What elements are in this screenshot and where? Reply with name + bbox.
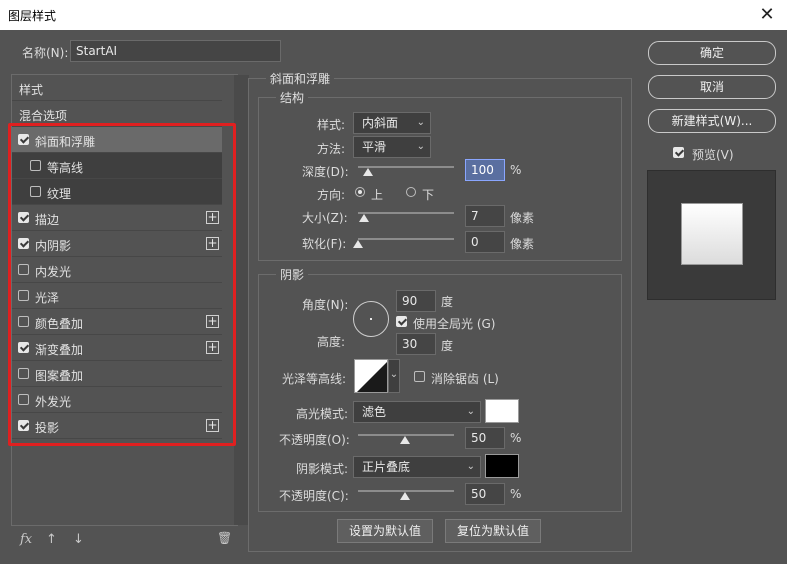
direction-down-radio[interactable] [406, 187, 416, 197]
fx-icon[interactable]: fx [20, 532, 32, 547]
size-unit: 像素 [510, 211, 535, 225]
new-style-button[interactable]: 新建样式(W)... [648, 109, 776, 133]
technique-label: 方法: [317, 142, 346, 156]
depth-unit: % [510, 163, 522, 177]
window-title: 图层样式 [8, 9, 57, 23]
angle-unit: 度 [441, 295, 454, 309]
move-down-icon[interactable]: ↓ [73, 532, 84, 547]
highlight-opacity-unit: % [510, 431, 522, 445]
name-label: 名称(N): [22, 46, 69, 60]
highlight-annotation-box [8, 123, 236, 446]
soften-label: 软化(F): [302, 237, 347, 251]
shadow-opacity-label: 不透明度(C): [279, 489, 349, 503]
bevel-emboss-title: 斜面和浮雕 [266, 70, 335, 87]
global-light-checkbox[interactable] [396, 316, 407, 327]
structure-title: 结构 [276, 89, 309, 106]
soften-slider-track[interactable] [358, 238, 454, 240]
shadow-mode-dropdown[interactable]: 正片叠底 ⌄ [353, 456, 481, 478]
chevron-down-icon[interactable]: ⌄ [388, 359, 400, 393]
depth-label: 深度(D): [302, 165, 349, 179]
preview-checkbox[interactable] [673, 147, 684, 158]
direction-up-radio[interactable] [355, 187, 365, 197]
altitude-input[interactable]: 30 [396, 333, 436, 355]
angle-input[interactable]: 90 [396, 290, 436, 312]
styles-header[interactable]: 样式 [12, 75, 222, 101]
preview-label: 预览(V) [692, 148, 734, 162]
reset-default-button[interactable]: 复位为默认值 [445, 519, 541, 543]
set-default-button[interactable]: 设置为默认值 [337, 519, 433, 543]
shadow-opacity-thumb[interactable] [400, 492, 410, 500]
technique-dropdown[interactable]: 平滑 ⌄ [353, 136, 431, 158]
highlight-opacity-thumb[interactable] [400, 436, 410, 444]
close-icon[interactable]: ✕ [755, 3, 779, 27]
style-preview [647, 170, 776, 300]
depth-input[interactable]: 100 [465, 159, 505, 181]
move-up-icon[interactable]: ↑ [46, 532, 57, 547]
shadow-opacity-unit: % [510, 487, 522, 501]
bevel-style-dropdown[interactable]: 内斜面 ⌄ [353, 112, 431, 134]
shadow-color-swatch[interactable] [485, 454, 519, 478]
altitude-unit: 度 [441, 339, 454, 353]
shading-title: 阴影 [276, 266, 309, 283]
angle-dial[interactable] [353, 301, 389, 337]
soften-slider-thumb[interactable] [353, 240, 363, 248]
highlight-color-swatch[interactable] [485, 399, 519, 423]
altitude-label: 高度: [317, 335, 346, 349]
name-input[interactable]: StartAI [70, 40, 281, 62]
angle-label: 角度(N): [302, 298, 349, 312]
shadow-opacity-input[interactable]: 50 [465, 483, 505, 505]
direction-down-label: 下 [422, 188, 435, 202]
trash-icon[interactable]: 🗑 [217, 531, 232, 545]
size-slider-track[interactable] [358, 212, 454, 214]
soften-unit: 像素 [510, 237, 535, 251]
title-bar: 图层样式 ✕ [0, 0, 787, 30]
direction-label: 方向: [317, 188, 346, 202]
highlight-opacity-label: 不透明度(O): [279, 433, 350, 447]
depth-slider-thumb[interactable] [363, 168, 373, 176]
chevron-down-icon: ⌄ [466, 461, 475, 472]
style-label: 样式: [317, 118, 346, 132]
ok-button[interactable]: 确定 [648, 41, 776, 65]
highlight-opacity-input[interactable]: 50 [465, 427, 505, 449]
scrollbar[interactable] [234, 75, 249, 525]
gloss-contour-picker[interactable] [354, 359, 388, 393]
highlight-mode-label: 高光模式: [296, 407, 349, 421]
chevron-down-icon: ⌄ [466, 406, 475, 417]
size-input[interactable]: 7 [465, 205, 505, 227]
highlight-mode-dropdown[interactable]: 滤色 ⌄ [353, 401, 481, 423]
anti-alias-label: 消除锯齿 (L) [431, 372, 499, 386]
chevron-down-icon: ⌄ [416, 117, 425, 128]
direction-up-label: 上 [371, 188, 384, 202]
size-slider-thumb[interactable] [359, 214, 369, 222]
preview-thumbnail [681, 203, 743, 265]
chevron-down-icon: ⌄ [416, 141, 425, 152]
global-light-label: 使用全局光 (G) [413, 317, 496, 331]
soften-input[interactable]: 0 [465, 231, 505, 253]
size-label: 大小(Z): [302, 211, 348, 225]
shadow-mode-label: 阴影模式: [296, 462, 349, 476]
anti-alias-checkbox[interactable] [414, 371, 425, 382]
gloss-contour-label: 光泽等高线: [282, 372, 347, 386]
cancel-button[interactable]: 取消 [648, 75, 776, 99]
